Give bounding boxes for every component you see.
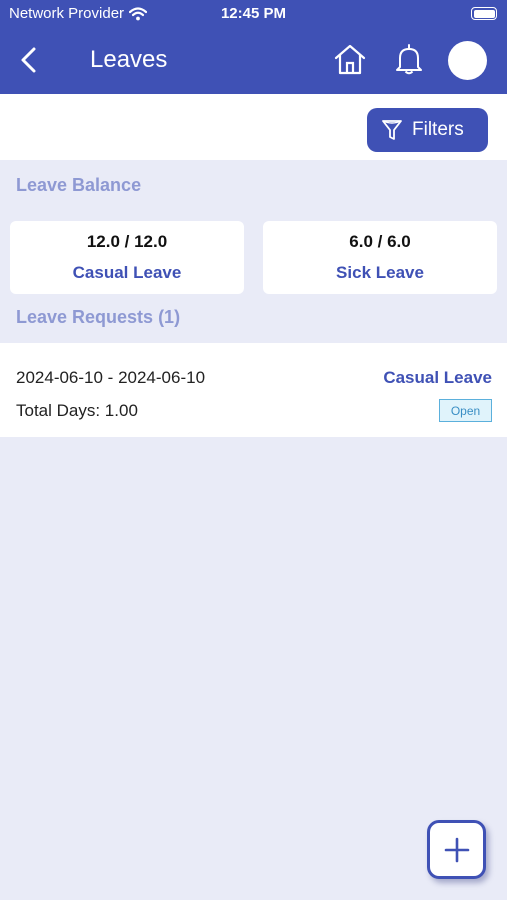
request-dates: 2024-06-10 - 2024-06-10 [16, 368, 206, 387]
leave-balance-heading: Leave Balance [16, 175, 142, 195]
avatar[interactable] [448, 41, 487, 80]
page-title: Leaves [90, 46, 168, 73]
sick-leave-balance-card: 6.0 / 6.0 Sick Leave [263, 221, 497, 294]
status-bar: Network Provider 12:45 PM [0, 0, 507, 28]
request-total-days: Total Days: 1.00 [16, 401, 138, 420]
balance-type: Casual Leave [72, 263, 182, 282]
back-arrow-icon[interactable] [16, 45, 42, 75]
add-leave-button[interactable] [427, 820, 486, 879]
home-icon[interactable] [333, 42, 367, 76]
app-header: Network Provider 12:45 PM Leaves [0, 0, 507, 94]
request-leave-type: Casual Leave [383, 368, 492, 387]
balance-value: 12.0 / 12.0 [86, 232, 168, 251]
status-badge: Open [439, 399, 492, 422]
filter-icon [382, 120, 402, 140]
status-time: 12:45 PM [220, 5, 287, 22]
bell-icon[interactable] [393, 42, 425, 76]
balance-type: Sick Leave [336, 263, 424, 282]
nav-bar: Leaves [0, 28, 507, 94]
filter-bar: Filters [0, 94, 507, 160]
plus-icon [444, 837, 469, 862]
filters-label: Filters [412, 119, 464, 140]
filters-button[interactable]: Filters [367, 108, 488, 152]
battery-icon [471, 7, 497, 20]
leave-request-item[interactable]: 2024-06-10 - 2024-06-10 Total Days: 1.00… [0, 343, 507, 437]
leave-requests-heading: Leave Requests (1) [16, 307, 181, 327]
casual-leave-balance-card: 12.0 / 12.0 Casual Leave [10, 221, 244, 294]
balance-value: 6.0 / 6.0 [349, 232, 411, 251]
